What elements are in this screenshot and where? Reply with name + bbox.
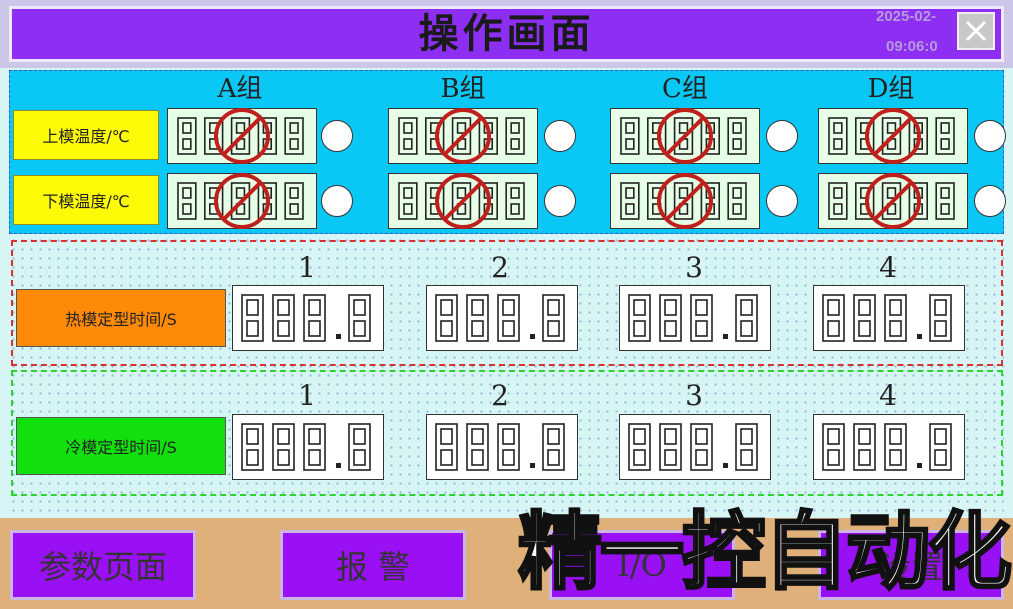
hot-col-1: 1 — [298, 251, 316, 284]
upper-status-lamp-d — [974, 120, 1006, 152]
time-digits — [241, 423, 371, 471]
params-page-button[interactable]: 参数页面 — [10, 530, 196, 600]
upper-mold-temp-label: 上模温度/℃ — [13, 110, 159, 160]
settings-button[interactable]: 设置 — [818, 530, 1004, 600]
upper-temp-display-c[interactable] — [610, 108, 760, 164]
time-digits — [628, 423, 758, 471]
lower-temp-display-a[interactable] — [167, 173, 317, 229]
upper-temp-display-a[interactable] — [167, 108, 317, 164]
segment-digits — [828, 117, 955, 155]
segment-digits — [620, 117, 747, 155]
hot-time-display-1[interactable] — [232, 285, 384, 351]
lower-mold-temp-label: 下模温度/℃ — [13, 175, 159, 225]
date-readout: 2025-02- — [876, 8, 937, 25]
time-digits — [435, 423, 565, 471]
hot-col-2: 2 — [491, 251, 509, 284]
time-readout: 09:06:0 — [886, 38, 938, 55]
io-button[interactable]: I/O — [549, 530, 735, 600]
segment-digits — [398, 182, 525, 220]
segment-digits — [398, 117, 525, 155]
group-header-b: B组 — [440, 74, 486, 104]
upper-temp-display-b[interactable] — [388, 108, 538, 164]
time-digits — [822, 294, 952, 342]
cold-time-display-2[interactable] — [426, 414, 578, 480]
hot-col-4: 4 — [879, 251, 897, 284]
cold-col-4: 4 — [879, 379, 897, 412]
hot-time-display-2[interactable] — [426, 285, 578, 351]
upper-status-lamp-c — [766, 120, 798, 152]
lower-status-lamp-d — [974, 185, 1006, 217]
lower-status-lamp-c — [766, 185, 798, 217]
group-header-d: D组 — [867, 74, 915, 104]
close-icon — [965, 20, 987, 42]
segment-digits — [620, 182, 747, 220]
cold-time-display-3[interactable] — [619, 414, 771, 480]
upper-temp-display-d[interactable] — [818, 108, 968, 164]
segment-digits — [177, 182, 304, 220]
lower-temp-display-b[interactable] — [388, 173, 538, 229]
time-digits — [628, 294, 758, 342]
cold-col-3: 3 — [685, 379, 703, 412]
page-title: 操作画面 — [418, 10, 595, 57]
cold-time-display-1[interactable] — [232, 414, 384, 480]
lower-temp-display-c[interactable] — [610, 173, 760, 229]
time-digits — [822, 423, 952, 471]
hot-time-display-4[interactable] — [813, 285, 965, 351]
group-header-c: C组 — [662, 74, 708, 104]
cold-time-display-4[interactable] — [813, 414, 965, 480]
lower-temp-display-d[interactable] — [818, 173, 968, 229]
alarm-button[interactable]: 报 警 — [280, 530, 466, 600]
lower-status-lamp-a — [321, 185, 353, 217]
cold-col-1: 1 — [298, 379, 316, 412]
hot-time-display-3[interactable] — [619, 285, 771, 351]
time-digits — [435, 294, 565, 342]
upper-status-lamp-b — [544, 120, 576, 152]
segment-digits — [828, 182, 955, 220]
cold-mold-time-label: 冷模定型时间/S — [16, 417, 226, 475]
close-button[interactable] — [957, 12, 995, 50]
hot-mold-time-label: 热模定型时间/S — [16, 289, 226, 347]
group-header-a: A组 — [217, 74, 263, 104]
segment-digits — [177, 117, 304, 155]
time-digits — [241, 294, 371, 342]
lower-status-lamp-b — [544, 185, 576, 217]
upper-status-lamp-a — [321, 120, 353, 152]
cold-col-2: 2 — [491, 379, 509, 412]
hot-col-3: 3 — [685, 251, 703, 284]
